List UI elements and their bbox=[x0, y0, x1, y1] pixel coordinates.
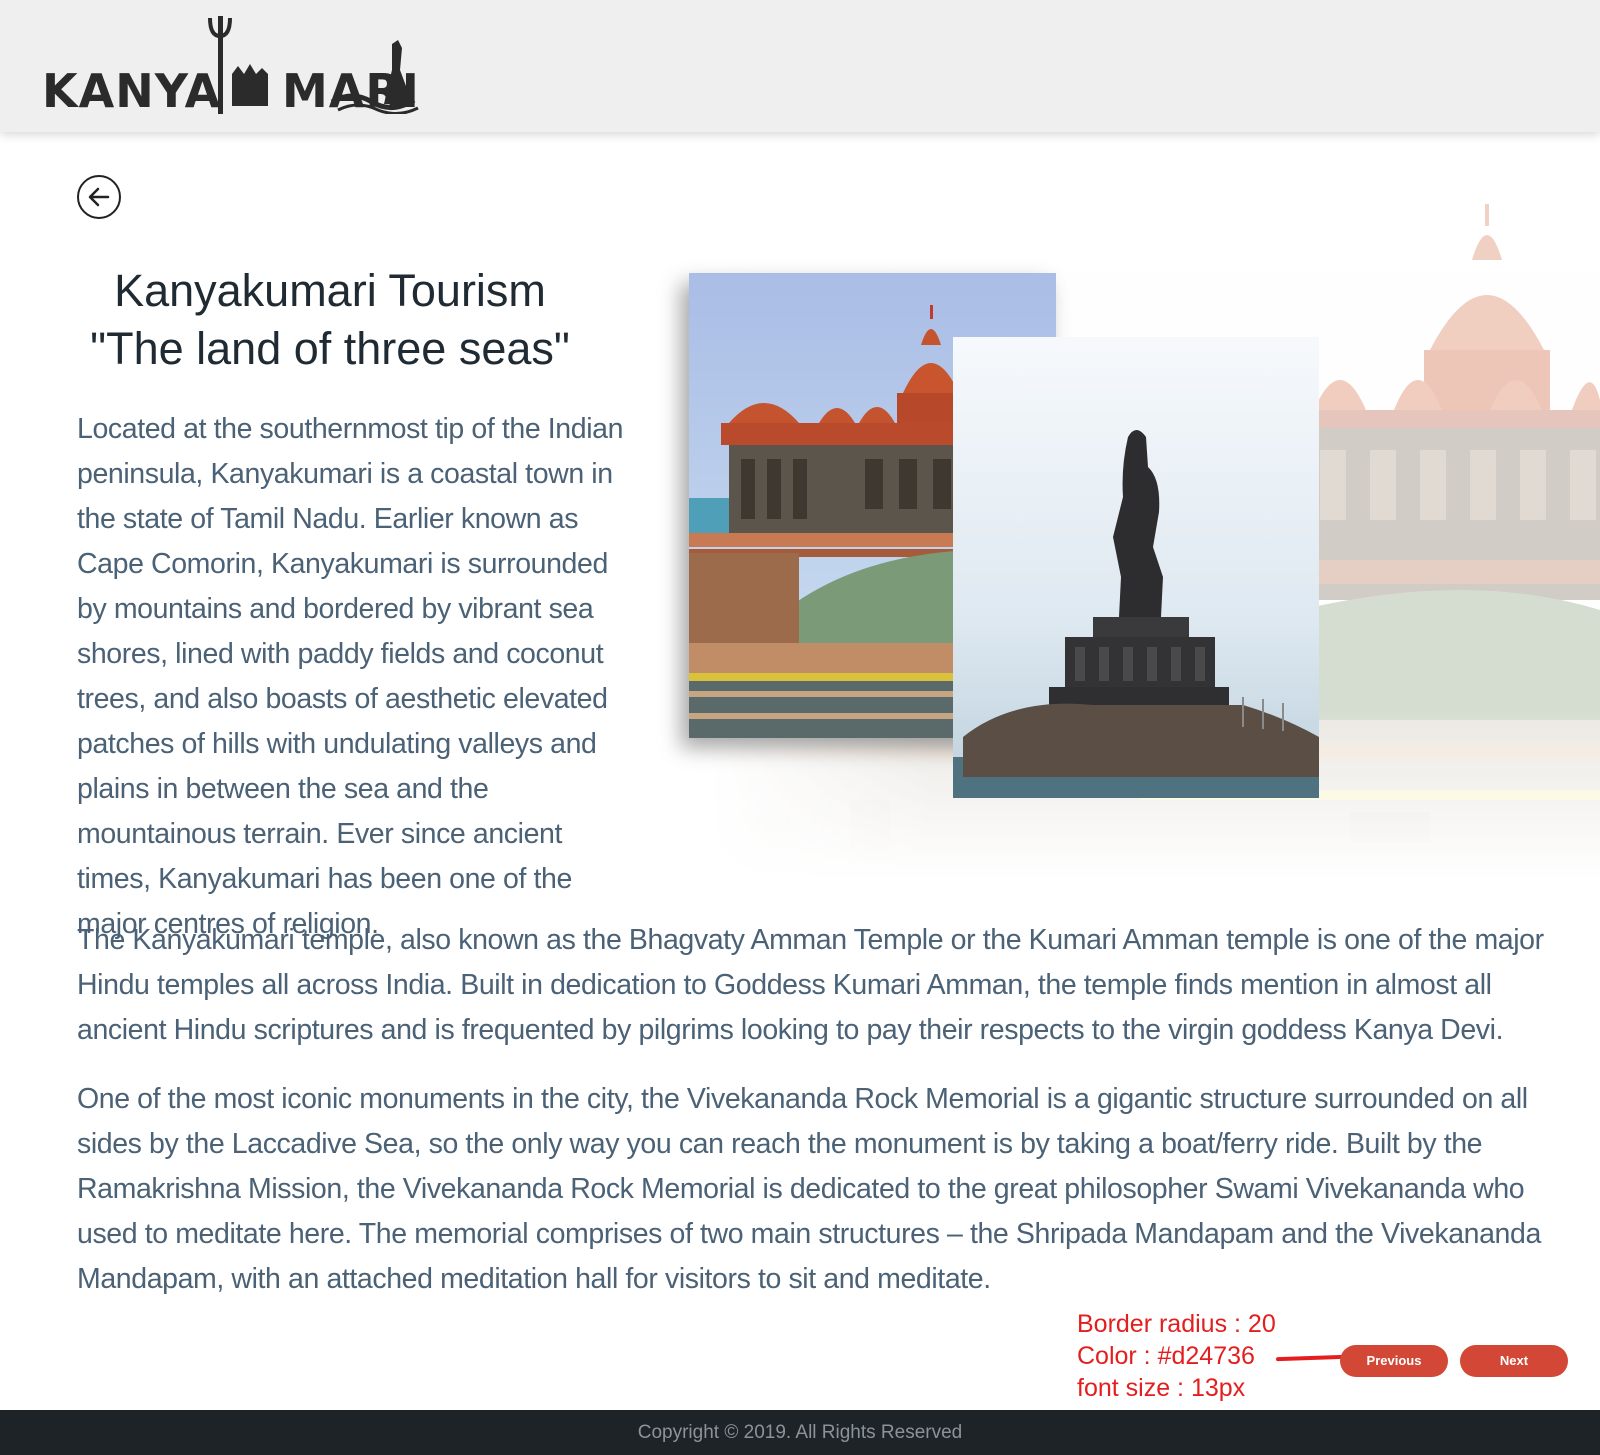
memorial-paragraph: One of the most iconic monuments in the … bbox=[77, 1083, 1541, 1295]
vivekananda-memorial-image bbox=[689, 273, 1056, 738]
back-button[interactable] bbox=[77, 175, 121, 219]
temple-photo bbox=[689, 273, 1056, 738]
thiruvalluvar-statue-image bbox=[953, 337, 1319, 798]
site-header: KANYA MARI bbox=[0, 0, 1600, 132]
previous-button[interactable]: Previous bbox=[1340, 1345, 1448, 1377]
annotation-color: Color : #d24736 bbox=[1077, 1342, 1255, 1370]
statue-photo bbox=[953, 337, 1319, 798]
annotation-radius: Border radius : 20 bbox=[1077, 1310, 1276, 1338]
page-title-line-2: "The land of three seas" bbox=[90, 323, 570, 374]
faded-temple-image bbox=[710, 200, 1600, 880]
page-title-line-1: Kanyakumari Tourism bbox=[114, 265, 546, 316]
site-logo[interactable]: KANYA MARI bbox=[42, 14, 432, 118]
page-title: Kanyakumari Tourism "The land of three s… bbox=[60, 262, 600, 378]
logo-text-right: MARI bbox=[282, 64, 420, 118]
next-button[interactable]: Next bbox=[1460, 1345, 1568, 1377]
copyright-text: Copyright © 2019. All Rights Reserved bbox=[637, 1422, 963, 1443]
site-footer: Copyright © 2019. All Rights Reserved bbox=[0, 1410, 1600, 1455]
logo-text-left: KANYA bbox=[42, 64, 222, 118]
intro-paragraph: Located at the southernmost tip of the I… bbox=[77, 413, 624, 940]
arrow-left-icon bbox=[88, 187, 110, 207]
annotation-font-size: font size : 13px bbox=[1077, 1374, 1246, 1402]
style-annotation: Border radius : 20 Color : #d24736 font … bbox=[1077, 1308, 1276, 1404]
temple-paragraph: The Kanyakumari temple, also known as th… bbox=[77, 924, 1544, 1046]
